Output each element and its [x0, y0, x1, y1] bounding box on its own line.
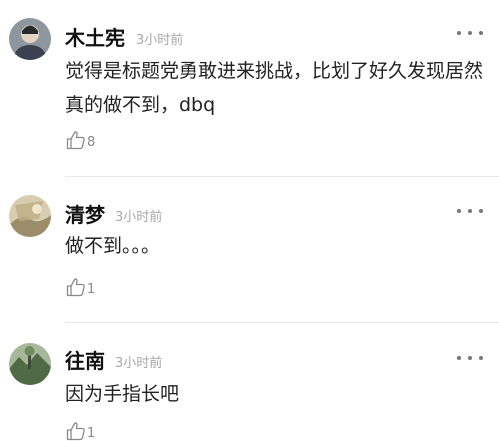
like-count: 1: [87, 426, 96, 441]
thumbs-up-icon: [66, 278, 85, 297]
like-count: 8: [87, 135, 96, 150]
comment-item: 往南 3小时前 因为手指长吧 1: [0, 322, 499, 441]
thumbs-up-icon: [66, 131, 85, 150]
username[interactable]: 木土宪: [65, 22, 125, 51]
timestamp: 3小时前: [115, 356, 163, 371]
comment-text: 因为手指长吧: [65, 383, 180, 405]
thumbs-up-icon: [66, 422, 85, 441]
like-button[interactable]: 1: [66, 277, 95, 297]
username[interactable]: 往南: [65, 345, 105, 374]
comment-list: 木土宪 3小时前 觉得是标题党勇敢进来挑战，比划了好久发现居然真的做不到，dbq…: [0, 0, 499, 441]
avatar[interactable]: [9, 195, 51, 237]
like-count: 1: [87, 282, 96, 297]
more-button[interactable]: [457, 203, 483, 219]
more-button[interactable]: [457, 25, 483, 41]
timestamp: 3小时前: [115, 210, 163, 225]
username[interactable]: 清梦: [65, 199, 105, 228]
like-button[interactable]: 1: [66, 421, 95, 441]
timestamp: 3小时前: [136, 33, 184, 48]
more-button[interactable]: [457, 350, 483, 366]
comment-item: 木土宪 3小时前 觉得是标题党勇敢进来挑战，比划了好久发现居然真的做不到，dbq…: [0, 0, 499, 180]
comment-text: 觉得是标题党勇敢进来挑战，比划了好久发现居然真的做不到，dbq: [65, 60, 484, 116]
like-button[interactable]: 8: [66, 130, 95, 150]
more-horizontal-icon: [457, 356, 461, 360]
comment-text: 做不到。。。: [65, 235, 161, 257]
avatar[interactable]: [9, 343, 51, 385]
more-horizontal-icon: [457, 209, 461, 213]
more-horizontal-icon: [457, 31, 461, 35]
avatar[interactable]: [9, 18, 51, 60]
comment-item: 清梦 3小时前 做不到。。。 1: [0, 176, 499, 322]
